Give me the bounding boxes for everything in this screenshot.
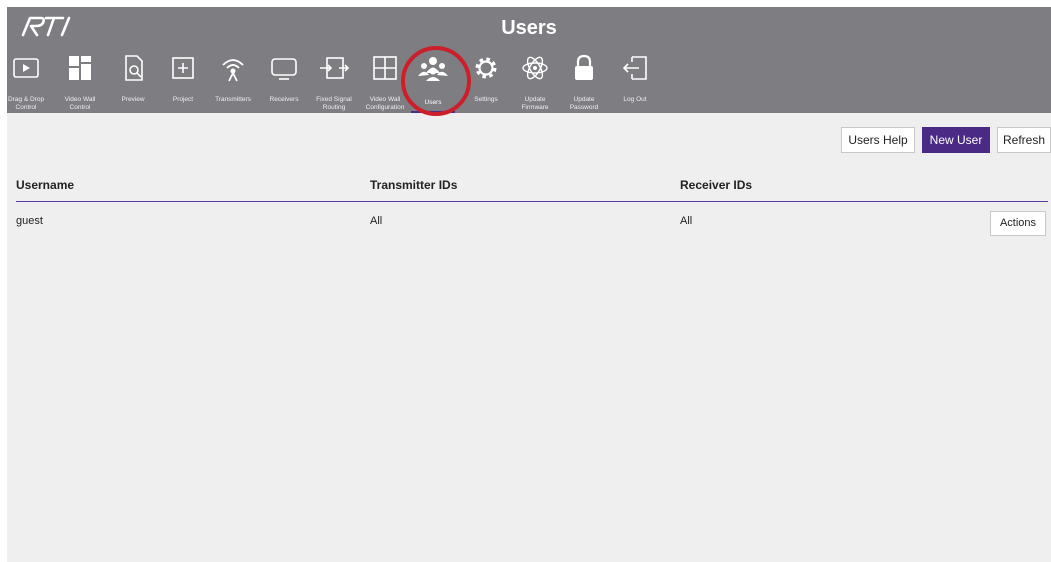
- refresh-button[interactable]: Refresh: [997, 127, 1051, 153]
- nav-item-receivers[interactable]: Receivers: [263, 47, 305, 113]
- nav-item-video-wall-control[interactable]: Video Wall Control: [61, 47, 99, 113]
- receiver-monitor-icon: [267, 51, 301, 85]
- nav-label: Transmitters: [215, 96, 251, 103]
- project-plus-icon: [166, 51, 200, 85]
- page-title: Users: [501, 17, 557, 39]
- gear-icon: [469, 51, 503, 85]
- nav-item-transmitters[interactable]: Transmitters: [208, 47, 258, 113]
- nav-label: Update Password: [569, 96, 599, 111]
- preview-document-icon: [116, 51, 150, 85]
- cell-username: guest: [16, 215, 43, 227]
- video-wall-grid-icon: [63, 51, 97, 85]
- signal-routing-icon: [317, 51, 351, 85]
- column-header-transmitter-ids[interactable]: Transmitter IDs: [370, 178, 457, 192]
- nav-label: Preview: [121, 96, 145, 103]
- nav-label: Settings: [474, 96, 498, 103]
- transmitter-antenna-icon: [216, 51, 250, 85]
- nav-label: Project: [172, 96, 194, 103]
- actions-button[interactable]: Actions: [990, 211, 1046, 236]
- table-header-divider: [16, 201, 1048, 202]
- nav-item-settings[interactable]: Settings: [469, 47, 503, 113]
- nav-label: Drag & Drop Control: [7, 96, 45, 111]
- nav-item-log-out[interactable]: Log Out: [617, 47, 653, 113]
- highlight-circle-annotation: [401, 46, 471, 116]
- app-window: Users Drag & Drop Control Video Wall Con…: [7, 7, 1051, 562]
- cell-receiver-ids: All: [680, 215, 693, 227]
- lock-icon: [567, 51, 601, 85]
- column-header-receiver-ids[interactable]: Receiver IDs: [680, 178, 752, 192]
- nav-item-preview[interactable]: Preview: [115, 47, 151, 113]
- atom-firmware-icon: [518, 51, 552, 85]
- nav-item-update-firmware[interactable]: Update Firmware: [517, 47, 553, 113]
- nav-item-drag-drop-control[interactable]: Drag & Drop Control: [7, 47, 45, 113]
- nav-label: Log Out: [623, 96, 647, 103]
- play-screen-icon: [9, 51, 43, 85]
- nav-item-project[interactable]: Project: [165, 47, 201, 113]
- nav-label: Video Wall Configuration: [365, 96, 405, 111]
- top-navigation-bar: Users Drag & Drop Control Video Wall Con…: [7, 7, 1051, 116]
- nav-label: Video Wall Control: [64, 96, 96, 111]
- nav-label: Fixed Signal Routing: [316, 96, 352, 111]
- logout-icon: [618, 51, 652, 85]
- new-user-button[interactable]: New User: [922, 127, 990, 153]
- cell-transmitter-ids: All: [370, 215, 383, 227]
- column-header-username[interactable]: Username: [16, 178, 74, 192]
- nav-label: Receivers: [269, 96, 299, 103]
- video-wall-config-icon: [368, 51, 402, 85]
- nav-label: Update Firmware: [521, 96, 549, 111]
- nav-item-update-password[interactable]: Update Password: [566, 47, 602, 113]
- nav-item-fixed-signal-routing[interactable]: Fixed Signal Routing: [310, 47, 358, 113]
- users-help-button[interactable]: Users Help: [841, 127, 915, 153]
